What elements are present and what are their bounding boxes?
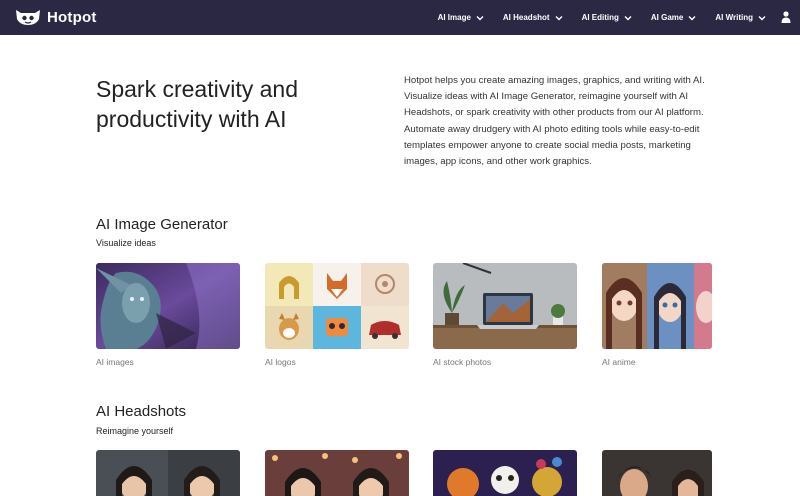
headshot-card-2[interactable] [265, 450, 409, 496]
hotpot-logo-icon [16, 10, 40, 25]
nav-item-ai-headshot[interactable]: AI Headshot [503, 13, 563, 22]
headshot-card-4[interactable] [602, 450, 712, 496]
card-ai-anime[interactable]: AI anime [602, 263, 712, 367]
section-title-ai-headshots: AI Headshots [96, 403, 187, 420]
nav-item-ai-editing[interactable]: AI Editing [582, 13, 632, 22]
section-title-ai-image-generator: AI Image Generator [96, 216, 228, 233]
headshot-thumbnail [265, 450, 409, 496]
card-ai-stock-photos[interactable]: AI stock photos [433, 263, 577, 367]
ai-logos-thumbnail [265, 263, 409, 349]
headshot-thumbnail [602, 450, 712, 496]
ai-stock-photos-thumbnail [433, 263, 577, 349]
nav-item-label: AI Writing [715, 13, 753, 22]
hero-description: Hotpot helps you create amazing images, … [404, 75, 705, 168]
headshot-thumbnail [96, 450, 240, 496]
card-label: AI images [96, 357, 134, 367]
brand-name: Hotpot [47, 8, 97, 26]
headshot-card-3[interactable] [433, 450, 577, 496]
hero-title: Spark creativity and productivity with A… [96, 76, 298, 132]
nav-item-label: AI Image [437, 13, 471, 22]
chevron-down-icon [688, 15, 696, 20]
section-subtitle: Visualize ideas [96, 238, 156, 248]
navbar: Hotpot AI Image AI Headshot AI Editing A… [0, 0, 800, 35]
section-subtitle: Reimagine yourself [96, 426, 174, 436]
card-label: AI stock photos [433, 357, 492, 367]
chevron-down-icon [624, 15, 632, 20]
nav-item-label: AI Editing [581, 13, 619, 22]
chevron-down-icon [555, 15, 563, 20]
user-icon[interactable] [781, 11, 791, 23]
ai-images-thumbnail [96, 263, 240, 349]
chevron-down-icon [476, 15, 484, 20]
chevron-down-icon [758, 15, 766, 20]
nav-item-ai-writing[interactable]: AI Writing [715, 13, 766, 22]
nav-item-label: AI Game [650, 13, 684, 22]
card-ai-images[interactable]: AI images [96, 263, 240, 367]
nav-item-ai-game[interactable]: AI Game [651, 13, 696, 22]
nav-item-ai-image[interactable]: AI Image [438, 13, 484, 22]
ai-anime-thumbnail [602, 263, 712, 349]
headshot-card-1[interactable] [96, 450, 240, 496]
card-ai-logos[interactable]: AI logos [265, 263, 409, 367]
headshot-thumbnail [433, 450, 577, 496]
nav-item-label: AI Headshot [502, 13, 550, 22]
nav-menu: AI Image AI Headshot AI Editing AI Game … [419, 0, 766, 35]
brand-logo[interactable]: Hotpot [14, 7, 97, 27]
card-label: AI anime [602, 357, 636, 367]
card-label: AI logos [265, 357, 296, 367]
